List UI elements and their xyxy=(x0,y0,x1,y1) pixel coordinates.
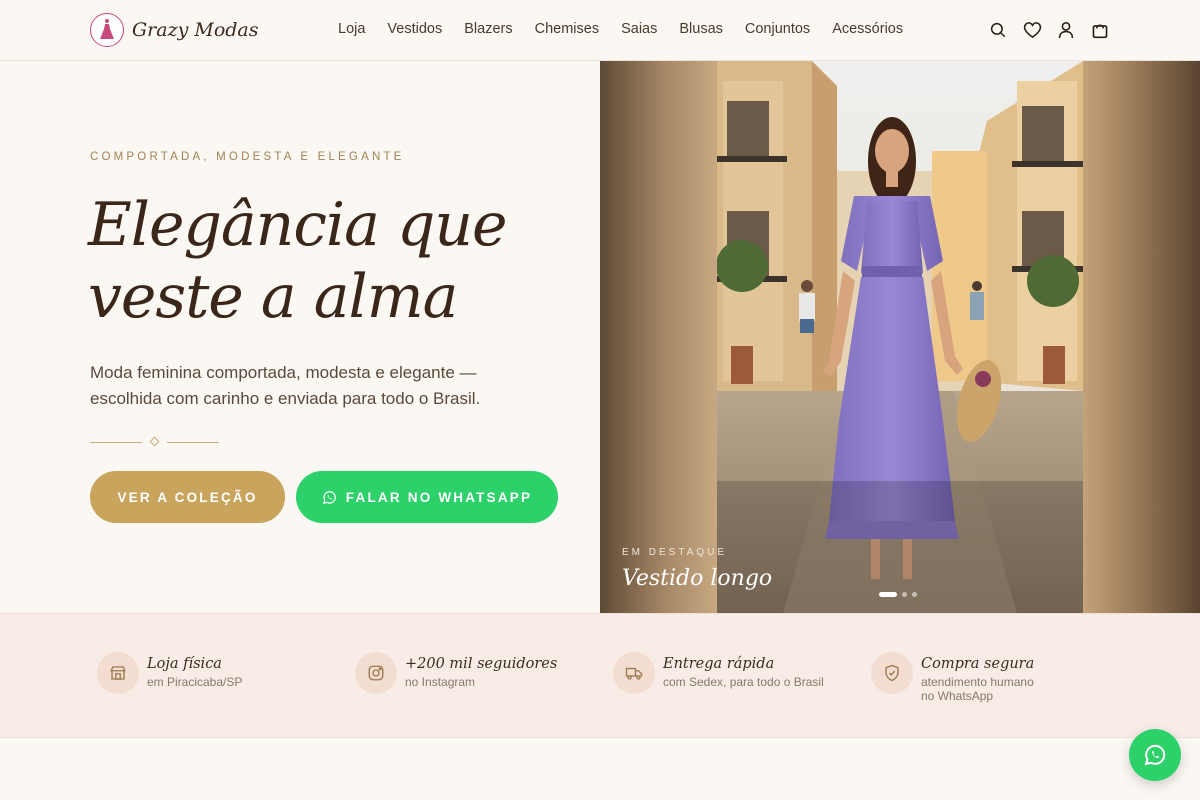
site-header: Grazy Modas Loja Vestidos Blazers Chemis… xyxy=(0,0,1200,61)
whatsapp-icon xyxy=(1144,744,1166,766)
nav-item-blazers[interactable]: Blazers xyxy=(464,21,512,37)
nav-item-blusas[interactable]: Blusas xyxy=(679,21,723,37)
brand-logo[interactable]: Grazy Modas xyxy=(90,13,259,47)
nav-item-conjuntos[interactable]: Conjuntos xyxy=(745,21,810,37)
header-actions xyxy=(988,20,1110,40)
featured-product-image xyxy=(717,61,1083,613)
instagram-icon xyxy=(355,652,397,694)
hero-section: COMPORTADA, MODESTA E ELEGANTE Elegância… xyxy=(0,61,600,613)
view-collection-button[interactable]: VER A COLEÇÃO xyxy=(90,471,285,523)
hero-subtitle: Moda feminina comportada, modesta e eleg… xyxy=(90,363,481,408)
feature-subtitle: no Instagram xyxy=(405,675,476,689)
nav-item-loja[interactable]: Loja xyxy=(338,21,365,37)
carousel-blur-left xyxy=(600,61,717,613)
main-nav: Loja Vestidos Blazers Chemises Saias Blu… xyxy=(338,21,925,37)
carousel-dot-3[interactable] xyxy=(912,592,917,597)
nav-item-chemises[interactable]: Chemises xyxy=(535,21,599,37)
feature-title: Loja física xyxy=(147,656,222,672)
feature-subtitle: com Sedex, para todo o Brasil xyxy=(663,675,824,689)
features-strip: Loja física em Piracicaba/SP +200 mil se… xyxy=(0,613,1200,738)
search-icon[interactable] xyxy=(988,20,1008,40)
nav-item-saias[interactable]: Saias xyxy=(621,21,657,37)
hero-eyebrow: COMPORTADA, MODESTA E ELEGANTE xyxy=(90,151,405,163)
whatsapp-button[interactable]: FALAR NO WHATSAPP xyxy=(296,471,558,523)
carousel-caption: EM DESTAQUE Vestido longo xyxy=(622,547,772,591)
brand-name: Grazy Modas xyxy=(132,19,259,41)
whatsapp-icon xyxy=(322,490,336,504)
feature-secure: Compra segura atendimento humano no What… xyxy=(871,652,1046,703)
hero-headline: Elegância que veste a alma xyxy=(88,189,568,333)
carousel-dot-2[interactable] xyxy=(902,592,907,597)
feature-title: Entrega rápida xyxy=(663,656,775,672)
hero-headline-line2: veste a alma xyxy=(88,262,458,332)
feature-instagram: +200 mil seguidores no Instagram xyxy=(355,652,557,694)
feature-title: +200 mil seguidores xyxy=(405,656,558,672)
carousel-title: Vestido longo xyxy=(622,566,773,591)
dress-logo-icon xyxy=(90,13,124,47)
user-icon[interactable] xyxy=(1056,20,1076,40)
heart-icon[interactable] xyxy=(1022,20,1042,40)
shield-check-icon xyxy=(871,652,913,694)
carousel-eyebrow: EM DESTAQUE xyxy=(622,547,728,558)
carousel-blur-right xyxy=(1083,61,1200,613)
carousel-dot-1[interactable] xyxy=(879,592,897,597)
truck-icon xyxy=(613,652,655,694)
whatsapp-floating-button[interactable] xyxy=(1129,729,1181,781)
ornament-divider xyxy=(90,436,220,448)
feature-title: Compra segura xyxy=(921,656,1035,672)
cart-icon[interactable] xyxy=(1090,20,1110,40)
hero-headline-line1: Elegância que xyxy=(88,190,508,260)
whatsapp-button-label: FALAR NO WHATSAPP xyxy=(345,489,533,505)
feature-store: Loja física em Piracicaba/SP xyxy=(97,652,287,694)
carousel-dots xyxy=(879,592,917,597)
store-icon xyxy=(97,652,139,694)
hero-carousel[interactable]: EM DESTAQUE Vestido longo xyxy=(600,61,1200,613)
feature-subtitle: em Piracicaba/SP xyxy=(147,675,243,689)
nav-item-acessorios[interactable]: Acessórios xyxy=(832,21,903,37)
feature-delivery: Entrega rápida com Sedex, para todo o Br… xyxy=(613,652,833,694)
feature-subtitle: atendimento humano no WhatsApp xyxy=(921,675,1034,703)
nav-item-vestidos[interactable]: Vestidos xyxy=(387,21,442,37)
